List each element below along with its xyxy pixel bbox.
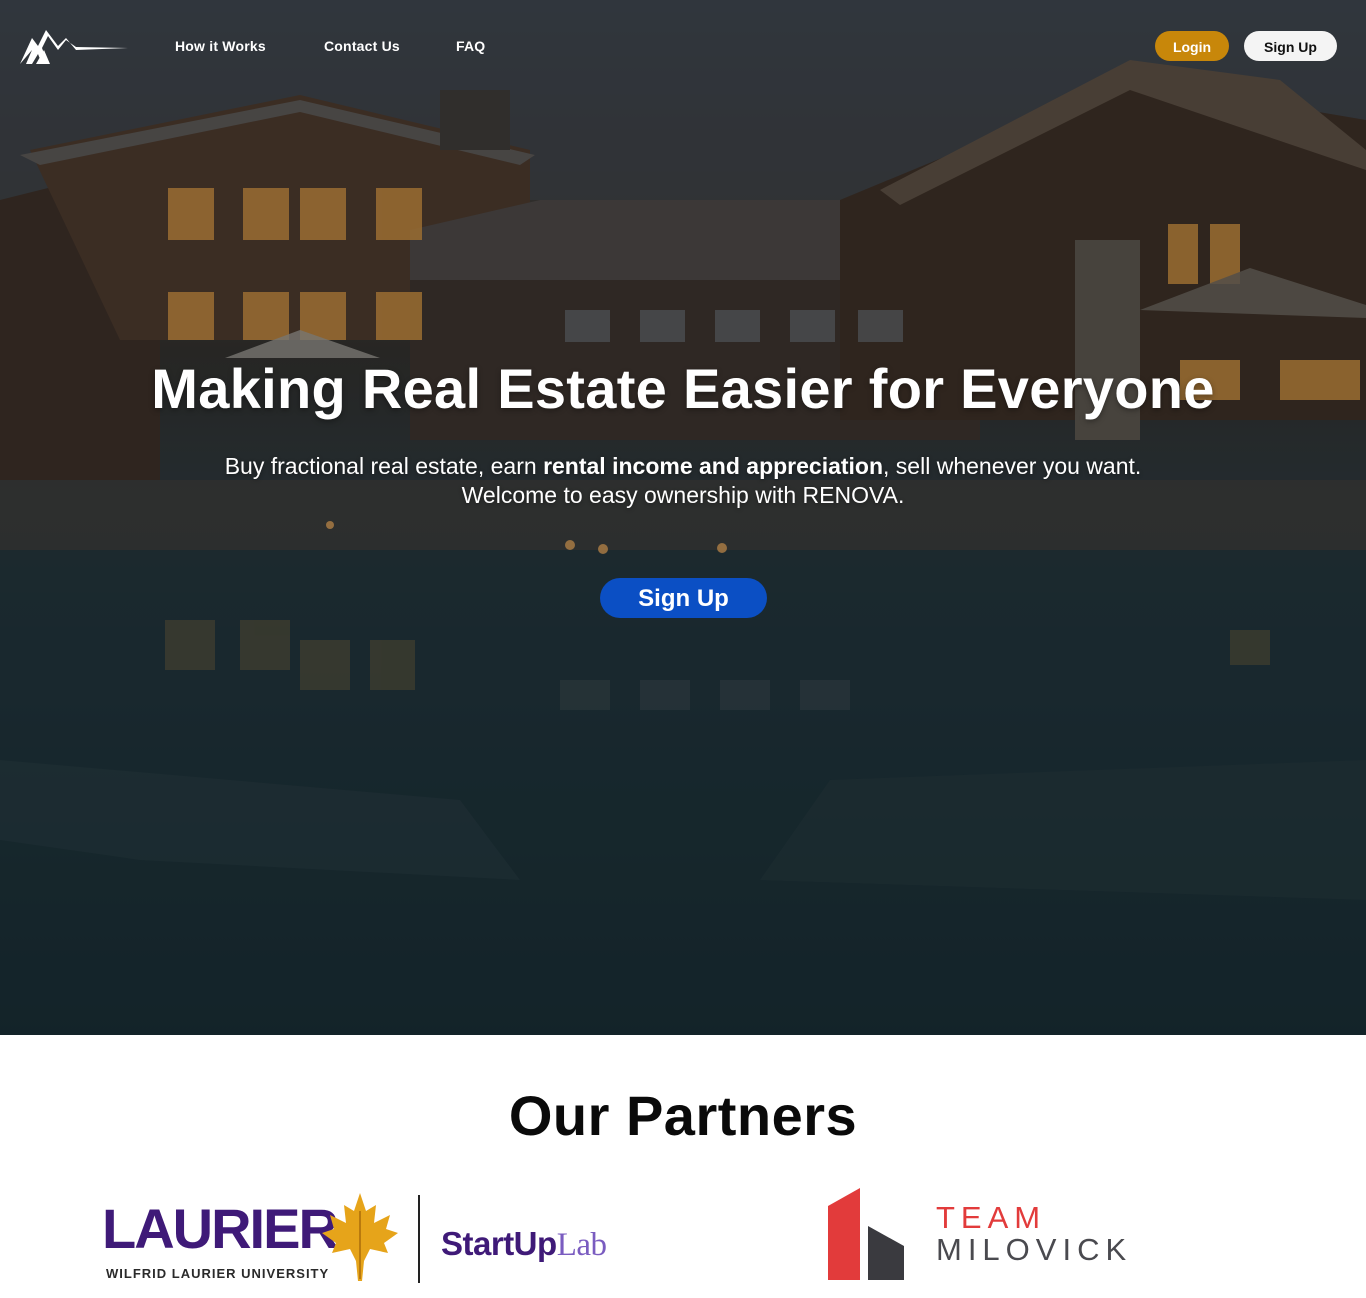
startuplab-wordmark: StartUpLab [441, 1225, 607, 1264]
hero-section: How it Works Contact Us FAQ Login Sign U… [0, 0, 1366, 1035]
startuplab-light: Lab [556, 1227, 607, 1263]
hero-subtitle-text-1: Buy fractional real estate, earn [224, 453, 544, 479]
laurier-wordmark: LAURIER [102, 1197, 339, 1260]
hero-subtitle-text-2: , sell whenever you want. [883, 453, 1142, 479]
hero-title: Making Real Estate Easier for Everyone [151, 357, 1215, 420]
partners-section: Our Partners LAURIER WILFRID LAURIER UNI… [0, 1035, 1366, 1298]
hero-signup-button[interactable]: Sign Up [600, 578, 767, 618]
login-button[interactable]: Login [1155, 31, 1229, 61]
laurier-university-name: WILFRID LAURIER UNIVERSITY [106, 1266, 330, 1281]
hero-subtitle-bold: rental income and appreciation [543, 453, 884, 479]
hero-subtitle-line-2: Welcome to easy ownership with RENOVA. [461, 482, 905, 508]
mountain-logo-icon[interactable] [18, 26, 130, 66]
nav-link-contact-us[interactable]: Contact Us [324, 38, 400, 54]
milovick-team-text: TEAM [936, 1200, 1047, 1235]
startuplab-bold: StartUp [441, 1225, 557, 1262]
milovick-name-text: MILOVICK [936, 1232, 1133, 1267]
logo-divider [418, 1195, 420, 1283]
hero-subtitle: Buy fractional real estate, earn rental … [0, 452, 1366, 510]
header-signup-button[interactable]: Sign Up [1244, 31, 1337, 61]
partners-title: Our Partners [508, 1084, 858, 1147]
nav-link-how-it-works[interactable]: How it Works [175, 38, 266, 54]
nav-link-faq[interactable]: FAQ [456, 38, 485, 54]
hero-background-image [0, 0, 1366, 1035]
building-mark-icon [828, 1188, 904, 1280]
hero-subtitle-line-1: Buy fractional real estate, earn rental … [0, 452, 1366, 481]
